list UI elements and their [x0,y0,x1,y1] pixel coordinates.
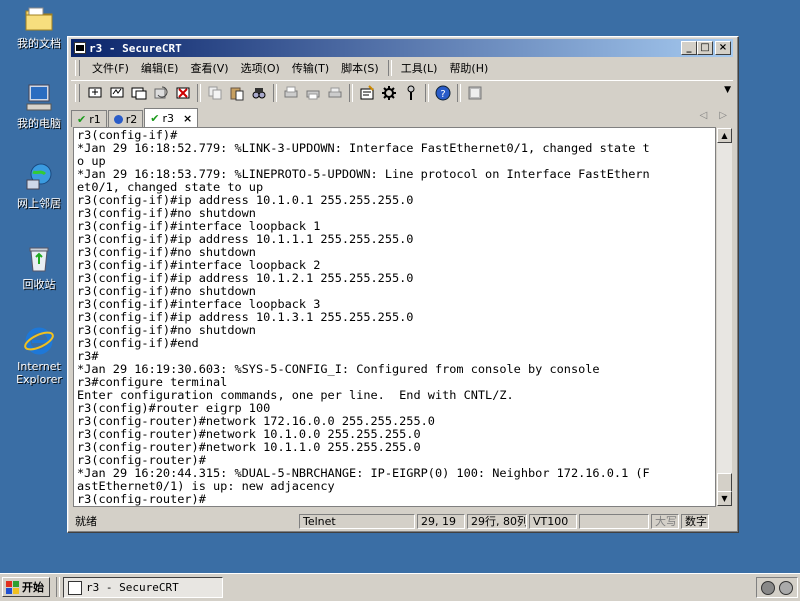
status-empty [579,513,649,529]
menu-options[interactable]: 选项(O) [235,60,286,76]
connect-in-tab-icon[interactable] [129,84,149,102]
reconnect-icon[interactable] [151,84,171,102]
disconnect-icon[interactable] [173,84,193,102]
toolbar-separator [273,84,277,102]
session-tabs: ✔ r1 r2 ✔ r3 × ◁ ▷ [71,107,733,127]
tray-volume-icon[interactable] [779,580,793,595]
menu-separator [387,60,392,76]
toolbar-separator [197,84,201,102]
recycle-bin-icon [23,243,55,275]
folder-icon [23,2,55,34]
start-label: 开始 [22,581,44,594]
keymap-icon[interactable] [401,84,421,102]
paste-icon[interactable] [227,84,247,102]
sftp-icon[interactable] [465,84,485,102]
taskbar-item-securecrt[interactable]: r3 - SecureCRT [63,577,223,598]
tab-r2[interactable]: r2 [107,110,144,127]
tab-close-icon[interactable]: × [183,112,192,125]
print-icon[interactable] [281,84,301,102]
disconnected-icon [113,114,123,124]
toolbar-separator [425,84,429,102]
window-title: r3 - SecureCRT [89,41,182,55]
desktop-icon-label: 我的文档 [17,37,61,50]
status-num: 数字 [681,513,709,529]
checkmark-icon: ✔ [150,111,160,125]
copy-icon[interactable] [205,84,225,102]
desktop-icon-label: 回收站 [22,278,56,291]
desktop-icon-label: 我的电脑 [17,117,61,130]
securecrt-app-icon [68,580,82,595]
terminal-output[interactable]: r3(config-if)# *Jan 29 16:18:52.779: %LIN… [73,127,716,507]
internet-explorer-icon [23,325,55,357]
status-caps: 大写 [651,513,679,529]
desktop-icon-my-documents[interactable]: 我的文档 [8,2,70,50]
tab-r3[interactable]: ✔ r3 × [144,108,199,127]
terminal-line: r3(config-if)#end [77,336,199,350]
scroll-thumb[interactable] [717,473,732,493]
global-options-icon[interactable] [379,84,399,102]
menu-bar: 文件(F) 编辑(E) 查看(V) 选项(O) 传输(T) 脚本(S) 工具(L… [71,58,733,78]
tab-scroll-left-icon[interactable]: ◁ [700,110,708,121]
desktop-icon-my-computer[interactable]: 我的电脑 [8,82,70,130]
menu-edit[interactable]: 编辑(E) [135,60,185,76]
status-cursor: 29, 19 [417,513,465,529]
tab-label: r1 [89,112,101,126]
terminal-line: r3(config-router)# [77,492,206,506]
tab-scroll-right-icon[interactable]: ▷ [719,110,727,121]
print-selection-icon[interactable] [303,84,323,102]
tab-label: r2 [125,112,138,126]
connect-icon[interactable] [85,84,105,102]
menu-transfer[interactable]: 传输(T) [286,60,335,76]
status-bar: 就绪 Telnet 29, 19 29行, 80列 VT100 大写 数字 [71,512,733,530]
title-bar[interactable]: r3 - SecureCRT _ □ × [71,39,733,57]
scroll-down-icon[interactable]: ▼ [717,491,732,506]
status-ready: 就绪 [75,515,97,528]
computer-icon [23,82,55,114]
maximize-button[interactable]: □ [697,41,713,55]
terminal-line: *Jan 29 16:18:52.779: %LINK-3-UPDOWN: In… [77,141,650,155]
taskbar-item-label: r3 - SecureCRT [86,581,179,594]
start-button[interactable]: 开始 [2,577,50,597]
menu-script[interactable]: 脚本(S) [335,60,385,76]
scroll-up-icon[interactable]: ▲ [717,128,732,143]
quick-connect-icon[interactable] [107,84,127,102]
desktop-icon-label: 网上邻居 [17,197,61,210]
status-protocol: Telnet [299,513,415,529]
close-button[interactable]: × [715,41,731,55]
checkmark-icon: ✔ [77,112,87,126]
status-size: 29行, 80列 [467,513,527,529]
menu-grip[interactable] [75,60,80,76]
printer-icon[interactable] [325,84,345,102]
toolbar-grip[interactable] [75,84,80,102]
help-icon[interactable]: ? [433,84,453,102]
desktop-icon-recycle-bin[interactable]: 回收站 [8,243,70,291]
session-options-icon[interactable] [357,84,377,102]
taskbar-separator [56,577,60,597]
toolbar-overflow-icon[interactable]: ▼ [724,85,731,95]
status-emulation: VT100 [529,513,577,529]
find-icon[interactable] [249,84,269,102]
vertical-scrollbar[interactable]: ▲ ▼ [716,127,733,507]
svg-text:?: ? [440,89,445,100]
toolbar: ? ▼ [71,80,733,105]
menu-file[interactable]: 文件(F) [86,60,135,76]
toolbar-separator [457,84,461,102]
windows-logo-icon [6,580,19,594]
securecrt-window: r3 - SecureCRT _ □ × 文件(F) 编辑(E) 查看(V) 选… [67,36,739,533]
minimize-button[interactable]: _ [681,41,697,55]
tray-network-icon[interactable] [761,580,775,595]
desktop-icon-label: Internet Explorer [16,360,62,386]
tab-r1[interactable]: ✔ r1 [71,110,107,127]
system-tray [756,577,798,598]
desktop-icon-internet-explorer[interactable]: Internet Explorer [8,325,70,386]
menu-help[interactable]: 帮助(H) [443,60,494,76]
desktop-icon-network[interactable]: 网上邻居 [8,162,70,210]
toolbar-separator [349,84,353,102]
menu-tools[interactable]: 工具(L) [395,60,444,76]
taskbar: 开始 r3 - SecureCRT [0,573,800,601]
securecrt-app-icon [74,42,86,54]
tab-label: r3 [162,111,175,125]
menu-view[interactable]: 查看(V) [184,60,234,76]
network-globe-icon [23,162,55,194]
